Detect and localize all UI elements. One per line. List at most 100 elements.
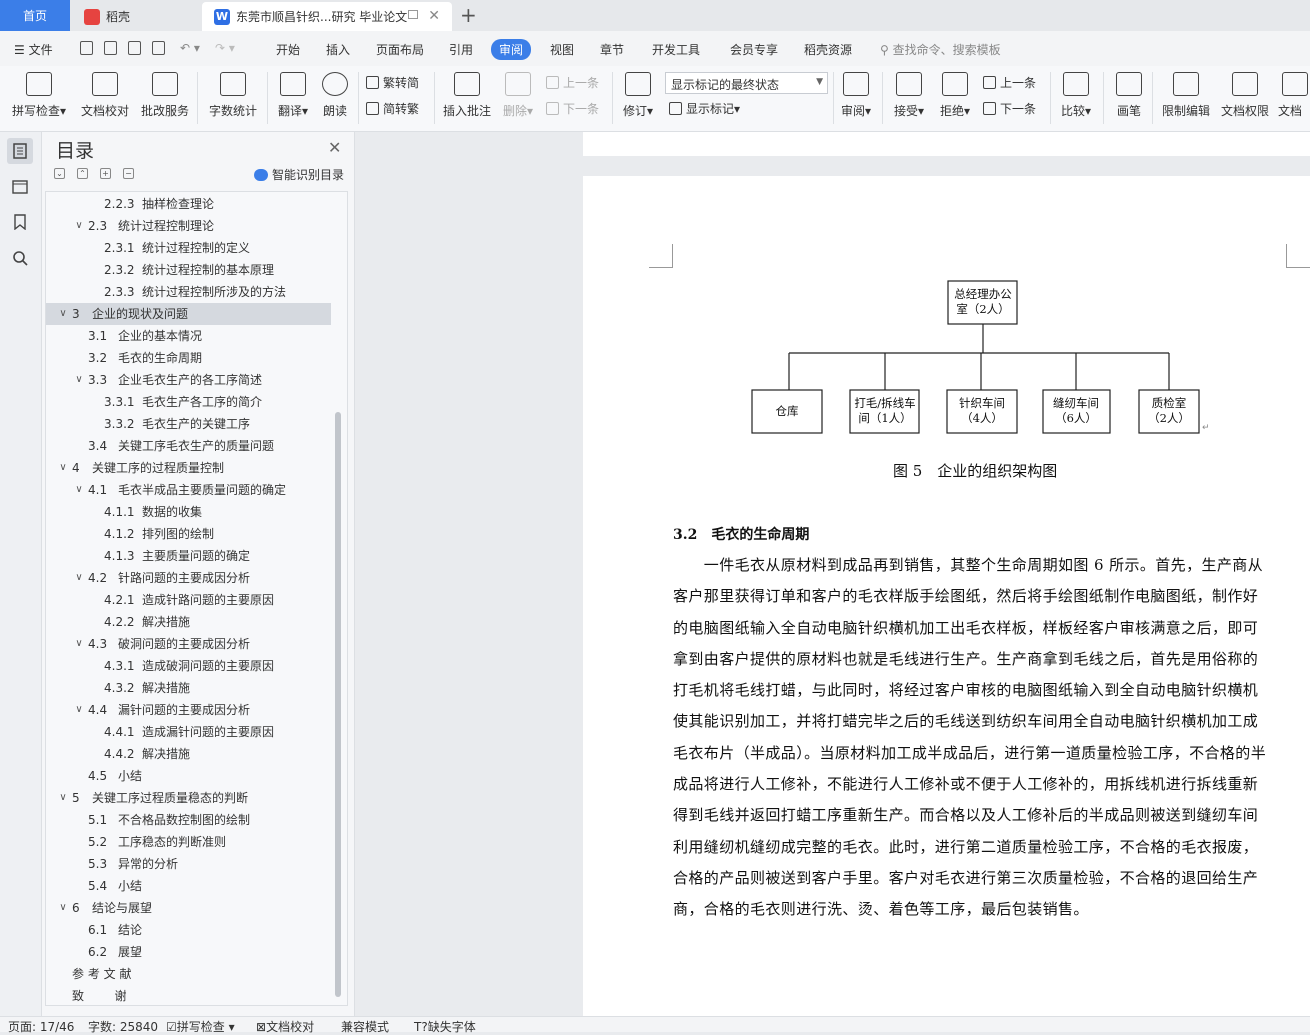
toc-item[interactable]: 4.4.2 解决措施	[46, 743, 331, 765]
toc-item[interactable]: 2.3.1 统计过程控制的定义	[46, 237, 331, 259]
compat-mode-status[interactable]: 兼容模式	[341, 1018, 389, 1035]
read-aloud-button[interactable]: 朗读	[318, 70, 352, 119]
delete-comment-button[interactable]: 删除▾	[499, 70, 537, 119]
toc-item[interactable]: 5.4 小结	[46, 875, 331, 897]
file-menu[interactable]: ☰ 文件	[14, 41, 53, 58]
toc-item[interactable]: 3.3.1 毛衣生产各工序的简介	[46, 391, 331, 413]
menu-layout[interactable]: 页面布局	[376, 41, 424, 58]
chevron-down-icon[interactable]: ∨	[74, 633, 84, 655]
toc-item[interactable]: 4.3.2 解决措施	[46, 677, 331, 699]
spellcheck-button[interactable]: 拼写检查▾	[8, 70, 70, 119]
menu-references[interactable]: 引用	[449, 41, 473, 58]
toc-item[interactable]: ∨ 4.2 针路问题的主要成因分析	[46, 567, 331, 589]
monitor-icon[interactable]	[408, 10, 418, 19]
close-tab-icon[interactable]: ✕	[428, 8, 440, 24]
toc-item[interactable]: 4.1.2 排列图的绘制	[46, 523, 331, 545]
toc-item[interactable]: 3.4 关键工序毛衣生产的质量问题	[46, 435, 331, 457]
toc-item[interactable]: 2.3.3 统计过程控制所涉及的方法	[46, 281, 331, 303]
chevron-down-icon[interactable]: ∨	[58, 457, 68, 479]
toc-item[interactable]: 5.2 工序稳态的判断准则	[46, 831, 331, 853]
save-icon[interactable]	[80, 41, 93, 55]
new-tab-icon[interactable]: +	[460, 3, 477, 27]
chevron-down-icon[interactable]: ∨	[74, 479, 84, 501]
toc-item[interactable]: ∨ 4.1 毛衣半成品主要质量问题的确定	[46, 479, 331, 501]
print-icon[interactable]	[128, 41, 141, 55]
toc-item[interactable]: 3.3.2 毛衣生产的关键工序	[46, 413, 331, 435]
word-count-button[interactable]: 字数统计	[206, 70, 260, 119]
toc-item[interactable]: ∨ 2.3 统计过程控制理论	[46, 215, 331, 237]
accept-button[interactable]: 接受▾	[891, 70, 927, 119]
toc-item[interactable]: 5.1 不合格品数控制图的绘制	[46, 809, 331, 831]
close-icon[interactable]: ✕	[328, 138, 341, 157]
toc-item[interactable]: 6.1 结论	[46, 919, 331, 941]
document-page[interactable]: 总经理办公 室（2人） 仓库 打毛/拆线车 间（1人） 针织车间 （4人） 缝纫…	[583, 176, 1310, 1016]
next-comment-button[interactable]: 下一条	[546, 100, 599, 117]
revise-button[interactable]: 修订▾	[620, 70, 656, 119]
restrict-edit-button[interactable]: 限制编辑	[1160, 70, 1212, 119]
bookmark-icon[interactable]	[10, 212, 30, 232]
toc-item[interactable]: 4.1.3 主要质量问题的确定	[46, 545, 331, 567]
missing-font-status[interactable]: T?缺失字体	[414, 1018, 476, 1035]
toc-item[interactable]: 4.3.1 造成破洞问题的主要原因	[46, 655, 331, 677]
toc-item[interactable]: ∨ 4.3 破洞问题的主要成因分析	[46, 633, 331, 655]
toc-item[interactable]: ∨ 3.3 企业毛衣生产的各工序简述	[46, 369, 331, 391]
menu-review[interactable]: 审阅	[491, 39, 532, 60]
show-markup-button[interactable]: 显示标记 ▾	[669, 100, 740, 117]
toc-item[interactable]: ∨ 3 企业的现状及问题	[46, 303, 331, 325]
chevron-down-icon[interactable]: ∨	[74, 369, 84, 391]
menu-chapter[interactable]: 章节	[600, 41, 624, 58]
reject-button[interactable]: 拒绝▾	[937, 70, 973, 119]
toc-item[interactable]: 4.2.1 造成针路问题的主要原因	[46, 589, 331, 611]
toc-panel-icon[interactable]	[7, 138, 33, 164]
section-nav-icon[interactable]	[10, 176, 30, 196]
print-preview-icon[interactable]	[152, 41, 165, 55]
toc-item[interactable]: 4.2.2 解决措施	[46, 611, 331, 633]
toc-item[interactable]: 参 考 文 献	[46, 963, 331, 985]
doc-proof-status[interactable]: ⊠文档校对	[256, 1018, 314, 1035]
command-search[interactable]: ⚲ 查找命令、搜索模板	[880, 41, 1001, 58]
pen-button[interactable]: 画笔	[1112, 70, 1146, 119]
spellcheck-status[interactable]: ☑拼写检查 ▾	[166, 1018, 235, 1035]
toc-item[interactable]: 2.3.2 统计过程控制的基本原理	[46, 259, 331, 281]
chevron-down-icon[interactable]: ∨	[74, 567, 84, 589]
redo-icon[interactable]: ↷ ▾	[215, 41, 235, 55]
expand-icon[interactable]: +	[100, 168, 111, 179]
compare-button[interactable]: 比较▾	[1058, 70, 1094, 119]
collapse-all-icon[interactable]: ⌄	[54, 168, 65, 179]
chevron-down-icon[interactable]: ∨	[74, 215, 84, 237]
toc-item[interactable]: 4.4.1 造成漏针问题的主要原因	[46, 721, 331, 743]
chevron-down-icon[interactable]: ∨	[58, 897, 68, 919]
menu-insert[interactable]: 插入	[326, 41, 350, 58]
trad-to-simp-button[interactable]: 繁转简	[366, 74, 419, 91]
menu-view[interactable]: 视图	[550, 41, 574, 58]
tab-daoke[interactable]: 稻壳	[72, 2, 200, 31]
word-count-indicator[interactable]: 字数: 25840	[88, 1018, 158, 1035]
toc-item[interactable]: 3.2 毛衣的生命周期	[46, 347, 331, 369]
doc-finalize-button[interactable]: 文档	[1278, 70, 1310, 119]
next-change-button[interactable]: 下一条	[983, 100, 1036, 117]
export-pdf-icon[interactable]	[104, 41, 117, 55]
prev-change-button[interactable]: 上一条	[983, 74, 1036, 91]
menu-member[interactable]: 会员专享	[730, 41, 778, 58]
smart-toc-button[interactable]: 智能识别目录	[254, 166, 344, 183]
toc-item[interactable]: 5.3 异常的分析	[46, 853, 331, 875]
review-pane-button[interactable]: 审阅▾	[838, 70, 874, 119]
toc-item[interactable]: 4.1.1 数据的收集	[46, 501, 331, 523]
toc-item[interactable]: ∨ 5 关键工序过程质量稳态的判断	[46, 787, 331, 809]
toc-item[interactable]: 2.2.3 抽样检查理论	[46, 193, 331, 215]
toc-item[interactable]: 3.1 企业的基本情况	[46, 325, 331, 347]
chevron-down-icon[interactable]: ∨	[58, 303, 68, 325]
toc-item[interactable]: 4.5 小结	[46, 765, 331, 787]
toc-item[interactable]: 致 谢	[46, 985, 331, 1005]
markup-state-select[interactable]: 显示标记的最终状态 ▼	[665, 72, 828, 94]
expand-up-icon[interactable]: ⌃	[77, 168, 88, 179]
doc-proof-button[interactable]: 文档校对	[78, 70, 132, 119]
menu-dev-tools[interactable]: 开发工具	[652, 41, 700, 58]
tab-home[interactable]: 首页	[0, 0, 70, 31]
doc-rights-button[interactable]: 文档权限	[1219, 70, 1271, 119]
chevron-down-icon[interactable]: ∨	[58, 787, 68, 809]
undo-icon[interactable]: ↶ ▾	[180, 41, 200, 55]
page-indicator[interactable]: 页面: 17/46	[8, 1018, 74, 1035]
chevron-down-icon[interactable]: ∨	[74, 699, 84, 721]
prev-comment-button[interactable]: 上一条	[546, 74, 599, 91]
